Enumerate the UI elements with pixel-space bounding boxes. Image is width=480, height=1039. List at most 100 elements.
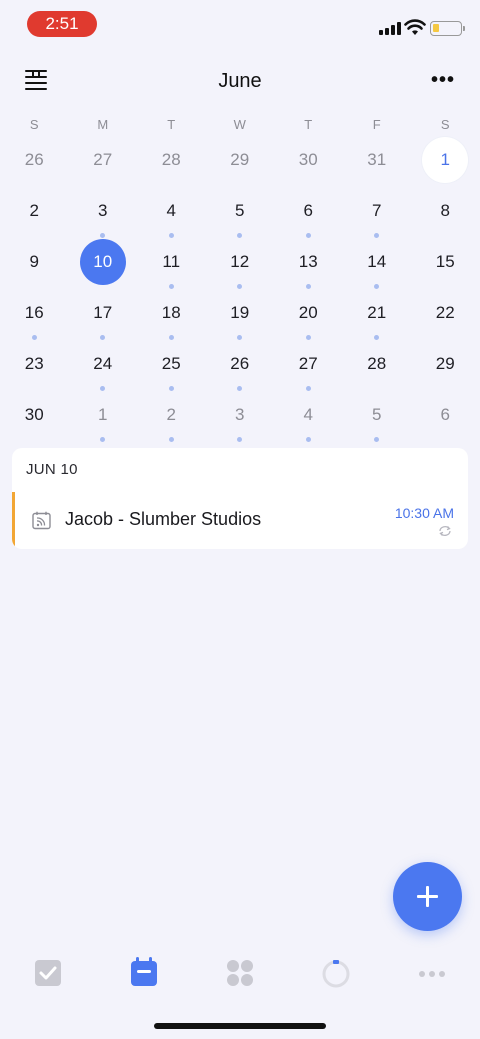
day-cell[interactable]: 13	[274, 240, 343, 291]
event-dot	[168, 437, 174, 442]
day-cell[interactable]: 16	[0, 291, 69, 342]
repeat-icon	[439, 526, 451, 536]
day-cell[interactable]: 22	[411, 291, 480, 342]
day-cell[interactable]: 9	[0, 240, 69, 291]
day-number: 16	[24, 303, 44, 322]
day-cell[interactable]: 18	[137, 291, 206, 342]
event-dot	[374, 437, 380, 442]
day-cell[interactable]: 30	[274, 138, 343, 189]
day-cell[interactable]: 27	[69, 138, 138, 189]
tab-calendar[interactable]	[126, 954, 162, 990]
day-cell[interactable]: 7	[343, 189, 412, 240]
day-cell-selected[interactable]: 10	[69, 239, 138, 291]
day-number: 26	[230, 354, 250, 373]
event-item[interactable]: Jacob - Slumber Studios 10:30 AM	[12, 492, 468, 549]
day-number: 1	[422, 137, 469, 183]
day-cell[interactable]: 5	[206, 189, 275, 240]
battery-icon	[430, 21, 465, 36]
day-cell[interactable]: 5	[343, 393, 412, 444]
day-number: 30	[24, 405, 44, 424]
day-cell[interactable]: 12	[206, 240, 275, 291]
calendar-week-row: 30 1 2 3 4 5 6	[0, 393, 480, 444]
day-cell[interactable]: 4	[274, 393, 343, 444]
day-cell[interactable]: 20	[274, 291, 343, 342]
month-title[interactable]: June	[0, 70, 480, 93]
day-cell[interactable]: 3	[69, 189, 138, 240]
day-number: 8	[440, 201, 450, 220]
day-number: 17	[93, 303, 113, 322]
wifi-icon	[404, 19, 426, 35]
event-dot	[305, 284, 311, 289]
day-cell[interactable]: 2	[137, 393, 206, 444]
day-cell[interactable]: 15	[411, 240, 480, 291]
add-event-button[interactable]	[393, 862, 462, 931]
day-cell[interactable]: 24	[69, 342, 138, 393]
event-dot	[100, 386, 106, 391]
month-grid: 26 27 28 29 30 31 1 2 3 4 5 6 7 8 9 10 11 12 13 14 15 16 17 18 1…	[0, 137, 480, 444]
day-cell[interactable]: 8	[411, 189, 480, 240]
day-number: 14	[367, 252, 387, 271]
event-time: 10:30 AM	[394, 505, 454, 521]
bottom-tab-bar	[0, 948, 480, 996]
day-number: 23	[24, 354, 44, 373]
day-number: 4	[303, 405, 313, 424]
home-indicator	[154, 1023, 326, 1029]
day-cell[interactable]: 23	[0, 342, 69, 393]
event-dot	[168, 284, 174, 289]
day-cell[interactable]: 6	[274, 189, 343, 240]
day-cell-today[interactable]: 1	[411, 137, 480, 189]
day-cell[interactable]: 19	[206, 291, 275, 342]
focus-timer-icon	[322, 960, 350, 988]
day-cell[interactable]: 17	[69, 291, 138, 342]
day-cell[interactable]: 27	[274, 342, 343, 393]
status-bar: 2:51	[0, 0, 480, 48]
event-dot	[100, 335, 106, 340]
day-cell[interactable]: 29	[411, 342, 480, 393]
event-dot	[237, 284, 243, 289]
calendar-week-row: 16 17 18 19 20 21 22	[0, 291, 480, 342]
day-cell[interactable]: 6	[411, 393, 480, 444]
day-cell[interactable]: 30	[0, 393, 69, 444]
day-cell[interactable]: 26	[0, 138, 69, 189]
tab-tasks[interactable]	[30, 954, 66, 990]
day-cell[interactable]: 25	[137, 342, 206, 393]
event-dot	[168, 386, 174, 391]
day-number: 18	[161, 303, 181, 322]
tab-focus[interactable]	[318, 954, 354, 990]
day-cell[interactable]: 31	[343, 138, 412, 189]
day-cell[interactable]: 4	[137, 189, 206, 240]
day-cell[interactable]: 1	[69, 393, 138, 444]
day-cell[interactable]: 28	[343, 342, 412, 393]
day-number: 28	[367, 354, 387, 373]
weekday-label: M	[97, 117, 109, 132]
day-number: 31	[367, 150, 387, 169]
day-cell[interactable]: 2	[0, 189, 69, 240]
day-number: 5	[235, 201, 245, 220]
event-dot	[237, 437, 243, 442]
day-cell[interactable]: 26	[206, 342, 275, 393]
tab-more[interactable]	[414, 954, 450, 990]
event-dot	[237, 335, 243, 340]
day-cell[interactable]: 29	[206, 138, 275, 189]
day-cell[interactable]: 28	[137, 138, 206, 189]
calendar-week-row: 26 27 28 29 30 31 1	[0, 137, 480, 189]
grid-icon	[227, 960, 253, 986]
weekday-label: S	[440, 117, 450, 132]
day-cell[interactable]: 14	[343, 240, 412, 291]
agenda-card: JUN 10 Jacob - Slumber Studios 10:30 AM	[12, 448, 468, 549]
tab-matrix[interactable]	[222, 954, 258, 990]
more-options-icon[interactable]: •••	[430, 70, 456, 90]
day-number: 6	[303, 201, 313, 220]
day-cell[interactable]: 11	[137, 240, 206, 291]
agenda-date-label: JUN 10	[26, 461, 78, 478]
status-time: 2:51	[27, 11, 97, 37]
event-color-bar	[12, 492, 15, 548]
event-dot	[305, 437, 311, 442]
event-dot	[31, 335, 37, 340]
day-cell[interactable]: 3	[206, 393, 275, 444]
event-dot	[305, 233, 311, 238]
day-cell[interactable]: 21	[343, 291, 412, 342]
weekday-header: SMTWTFS	[0, 117, 480, 132]
weekday-label: W	[233, 117, 246, 132]
day-number: 29	[230, 150, 250, 169]
